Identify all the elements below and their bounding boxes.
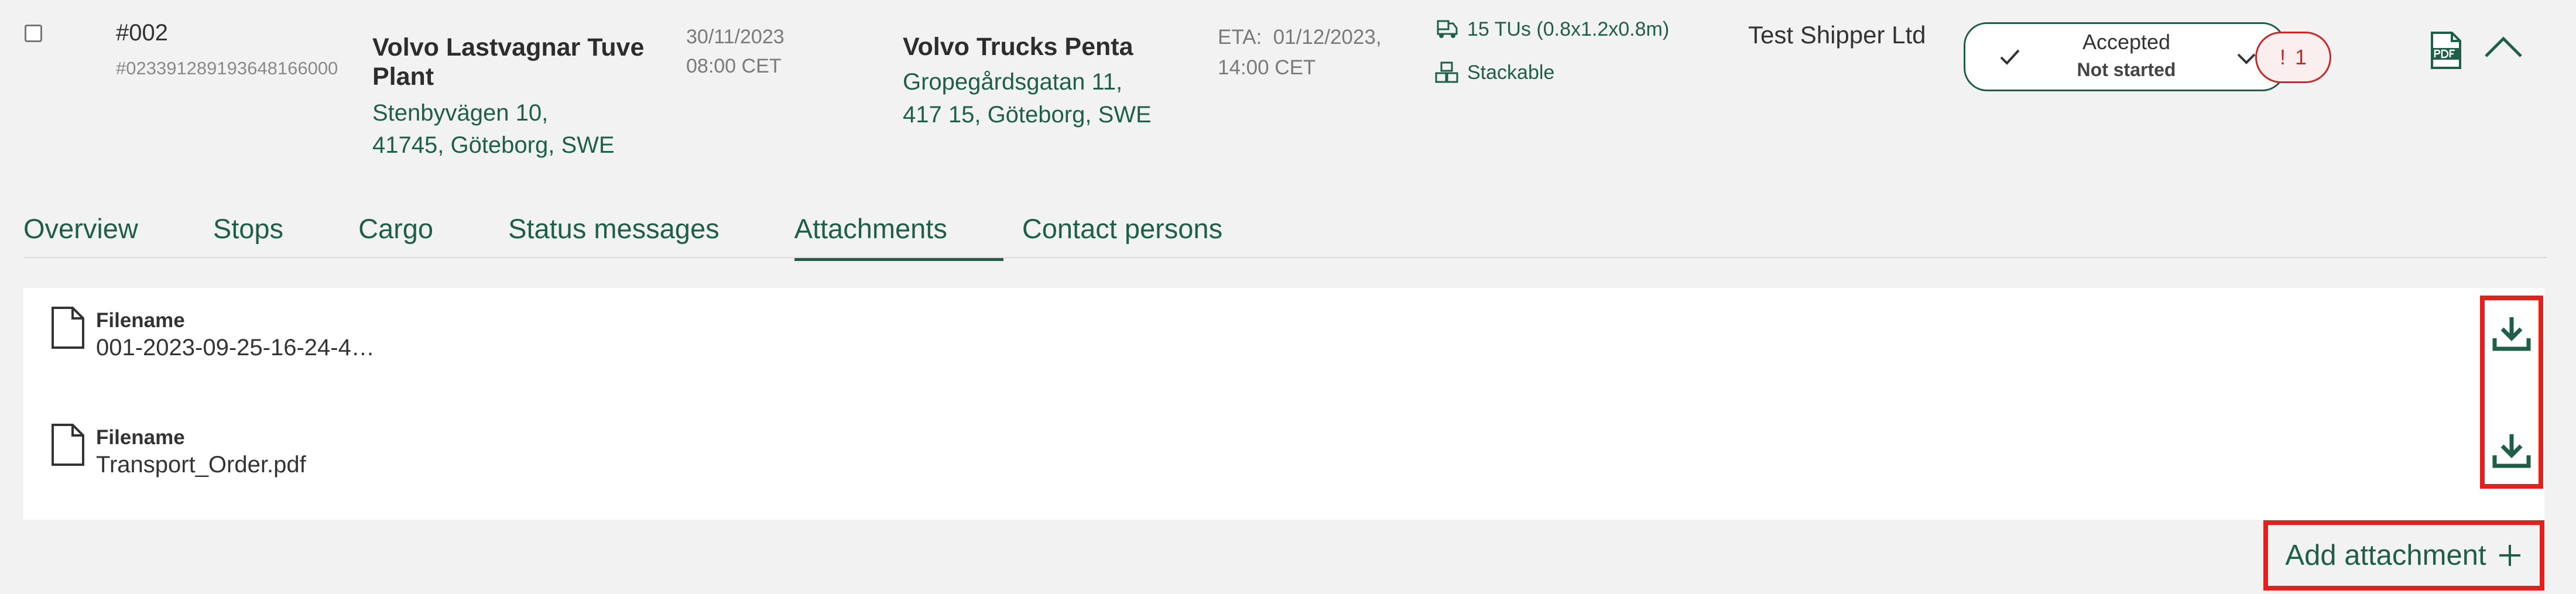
add-attachment-button[interactable]: Add attachment bbox=[2263, 520, 2544, 590]
pickup-name: Volvo Lastvagnar Tuve Plant bbox=[372, 33, 645, 91]
delivery-address-line1: Gropegårdsgatan 11, bbox=[903, 69, 1123, 95]
tab-overview[interactable]: Overview bbox=[23, 211, 213, 257]
stackable-info: Stackable bbox=[1434, 61, 1554, 84]
tab-stops[interactable]: Stops bbox=[213, 211, 358, 257]
delivery-eta: ETA: 01/12/2023, 14:00 CET bbox=[1218, 22, 1411, 83]
delivery-name: Volvo Trucks Penta bbox=[903, 33, 1133, 61]
filename-value[interactable]: 001-2023-09-25-16-24-4… bbox=[96, 335, 375, 361]
eta-time: 14:00 CET bbox=[1218, 56, 1316, 79]
filename-label: Filename bbox=[96, 426, 185, 449]
stackable-text: Stackable bbox=[1467, 61, 1555, 84]
pickup-address-line1: Stenbyvägen 10, bbox=[372, 100, 549, 126]
tab-status-messages[interactable]: Status messages bbox=[508, 211, 794, 257]
tab-attachments[interactable]: Attachments bbox=[794, 211, 1003, 261]
order-number: #002 bbox=[116, 20, 168, 46]
tabs-divider bbox=[23, 257, 2547, 258]
order-id: #023391289193648166000 bbox=[116, 58, 338, 78]
chevron-down-icon bbox=[2237, 53, 2256, 64]
file-icon bbox=[52, 307, 84, 349]
detail-tabs: Overview Stops Cargo Status messages Att… bbox=[23, 211, 1297, 261]
pickup-address: Stenbyvägen 10, 41745, Göteborg, SWE bbox=[372, 97, 653, 162]
alert-count: 1 bbox=[2294, 45, 2307, 69]
pickup-time: 08:00 CET bbox=[686, 55, 782, 77]
attachment-item: Filename Transport_Order.pdf bbox=[36, 405, 739, 487]
pickup-datetime: 30/11/2023 08:00 CET bbox=[686, 22, 785, 81]
cargo-summary-text: 15 TUs (0.8x1.2x0.8m) bbox=[1467, 18, 1670, 40]
check-icon bbox=[2000, 49, 2020, 65]
cargo-summary: 15 TUs (0.8x1.2x0.8m) bbox=[1434, 18, 1669, 41]
truck-icon bbox=[1437, 20, 1458, 38]
tab-cargo[interactable]: Cargo bbox=[358, 211, 508, 257]
add-attachment-label: Add attachment bbox=[2285, 540, 2486, 571]
filename-value[interactable]: Transport_Order.pdf bbox=[96, 452, 306, 478]
file-icon bbox=[52, 424, 84, 466]
status-primary: Accepted bbox=[2082, 30, 2171, 54]
alert-badge[interactable]: ! 1 bbox=[2255, 32, 2331, 83]
status-dropdown[interactable]: Accepted Not started bbox=[1964, 22, 2286, 91]
delivery-address: Gropegårdsgatan 11, 417 15, Göteborg, SW… bbox=[903, 66, 1195, 131]
delivery-address-line2: 417 15, Göteborg, SWE bbox=[903, 102, 1152, 128]
plus-icon bbox=[2499, 545, 2520, 566]
tab-contact-persons[interactable]: Contact persons bbox=[1022, 211, 1297, 257]
pickup-date: 30/11/2023 bbox=[686, 26, 785, 48]
filename-label: Filename bbox=[96, 309, 185, 332]
eta-date: 01/12/2023, bbox=[1273, 26, 1382, 49]
download-icon[interactable] bbox=[2491, 315, 2532, 353]
stack-boxes-icon bbox=[1435, 61, 1458, 83]
chevron-up-icon[interactable] bbox=[2482, 33, 2524, 63]
eta-label: ETA: bbox=[1218, 26, 1262, 49]
shipper-name: Test Shipper Ltd bbox=[1748, 21, 1926, 49]
attachments-panel: Filename 001-2023-09-25-16-24-4… Filenam… bbox=[23, 288, 2544, 520]
pickup-address-line2: 41745, Göteborg, SWE bbox=[372, 132, 615, 158]
status-secondary: Not started bbox=[2077, 59, 2176, 80]
alert-icon: ! bbox=[2279, 45, 2286, 69]
attachment-item: Filename 001-2023-09-25-16-24-4… bbox=[36, 288, 739, 370]
download-icon[interactable] bbox=[2491, 432, 2532, 471]
select-checkbox[interactable] bbox=[25, 25, 42, 42]
pdf-icon[interactable] bbox=[2430, 30, 2462, 70]
